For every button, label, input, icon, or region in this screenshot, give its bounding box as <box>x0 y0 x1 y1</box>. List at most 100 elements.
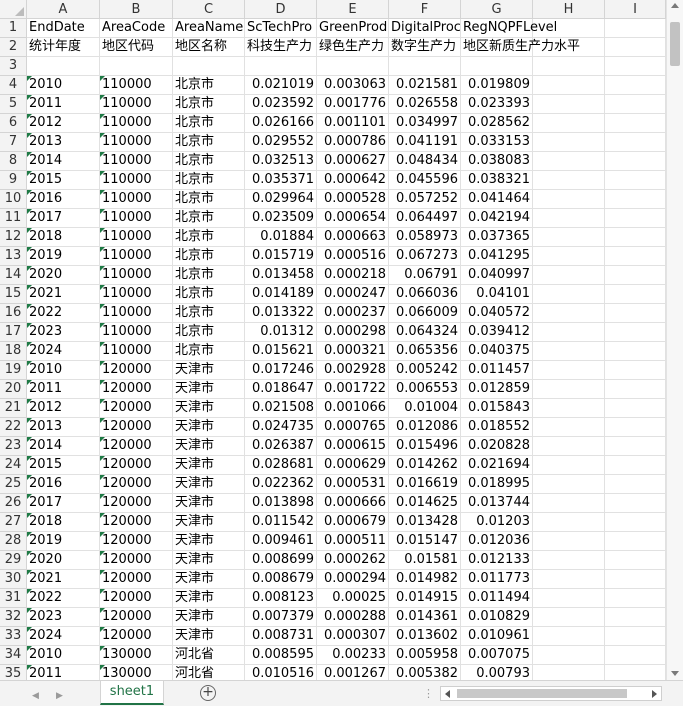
row-header[interactable]: 4 <box>0 76 27 95</box>
cell[interactable]: 110000 <box>100 152 173 171</box>
cell[interactable]: 2010 <box>27 646 100 665</box>
row-header[interactable]: 2 <box>0 38 27 57</box>
cell[interactable] <box>461 57 533 76</box>
cell[interactable]: 0.015147 <box>389 532 461 551</box>
cell[interactable]: 0.058973 <box>389 228 461 247</box>
cell[interactable] <box>605 19 666 38</box>
cell[interactable]: 0.057252 <box>389 190 461 209</box>
cell[interactable] <box>605 323 666 342</box>
cell[interactable]: 0.01581 <box>389 551 461 570</box>
cell[interactable]: 0.067273 <box>389 247 461 266</box>
cell[interactable]: 130000 <box>100 646 173 665</box>
cell[interactable]: 110000 <box>100 285 173 304</box>
cell[interactable]: 130000 <box>100 665 173 680</box>
cell[interactable]: 北京市 <box>173 228 245 247</box>
cell[interactable]: 110000 <box>100 95 173 114</box>
cell[interactable] <box>533 513 605 532</box>
cell[interactable]: DigitalProc <box>389 19 461 38</box>
cell[interactable]: 0.028562 <box>461 114 533 133</box>
scroll-up-icon[interactable] <box>671 3 679 8</box>
cell[interactable]: 2011 <box>27 95 100 114</box>
cell[interactable]: 120000 <box>100 570 173 589</box>
cell[interactable]: 120000 <box>100 361 173 380</box>
cell[interactable]: 北京市 <box>173 209 245 228</box>
cell[interactable]: 0.001722 <box>317 380 389 399</box>
cell[interactable]: 2019 <box>27 247 100 266</box>
cell[interactable]: 北京市 <box>173 304 245 323</box>
cell[interactable]: 0.000307 <box>317 627 389 646</box>
cell[interactable]: 0.033153 <box>461 133 533 152</box>
cell[interactable]: 0.001267 <box>317 665 389 680</box>
row-header[interactable]: 9 <box>0 171 27 190</box>
cell[interactable]: 0.023509 <box>245 209 317 228</box>
cell[interactable]: 天津市 <box>173 418 245 437</box>
cell[interactable]: 0.014915 <box>389 589 461 608</box>
cell[interactable]: 110000 <box>100 114 173 133</box>
cell[interactable]: 0.006553 <box>389 380 461 399</box>
cell[interactable]: 0.038083 <box>461 152 533 171</box>
cell[interactable]: 0.015496 <box>389 437 461 456</box>
cell[interactable]: 2016 <box>27 190 100 209</box>
cell[interactable]: 2014 <box>27 437 100 456</box>
cell[interactable] <box>533 494 605 513</box>
row-header[interactable]: 5 <box>0 95 27 114</box>
row-header[interactable]: 19 <box>0 361 27 380</box>
cell[interactable]: 0.013428 <box>389 513 461 532</box>
previous-sheet-icon[interactable]: ◀ <box>32 691 39 701</box>
vertical-scrollbar[interactable] <box>666 0 683 680</box>
row-header[interactable]: 18 <box>0 342 27 361</box>
cell[interactable]: 0.06791 <box>389 266 461 285</box>
cell[interactable] <box>605 551 666 570</box>
cell[interactable]: 0.002928 <box>317 361 389 380</box>
cell[interactable]: 0.000642 <box>317 171 389 190</box>
cell[interactable] <box>533 133 605 152</box>
cell[interactable]: 北京市 <box>173 133 245 152</box>
cell[interactable] <box>533 570 605 589</box>
cell[interactable]: 0.01884 <box>245 228 317 247</box>
cell[interactable]: 110000 <box>100 304 173 323</box>
row-header[interactable]: 3 <box>0 57 27 76</box>
cell[interactable] <box>533 285 605 304</box>
cell[interactable]: 2011 <box>27 380 100 399</box>
cell[interactable]: 2021 <box>27 285 100 304</box>
cell[interactable]: 0.029552 <box>245 133 317 152</box>
cell[interactable]: 0.000298 <box>317 323 389 342</box>
cell[interactable]: 0.005958 <box>389 646 461 665</box>
cell[interactable] <box>605 247 666 266</box>
cell[interactable]: 天津市 <box>173 475 245 494</box>
cell[interactable]: 0.065356 <box>389 342 461 361</box>
cell[interactable]: 2017 <box>27 494 100 513</box>
cell[interactable]: 110000 <box>100 209 173 228</box>
cell[interactable]: 0.000262 <box>317 551 389 570</box>
cell[interactable] <box>317 57 389 76</box>
horizontal-scroll-thumb[interactable] <box>457 689 627 698</box>
cell[interactable]: 2019 <box>27 532 100 551</box>
cell[interactable]: 0.024735 <box>245 418 317 437</box>
scroll-down-icon[interactable] <box>671 671 679 676</box>
cell[interactable]: 0.018995 <box>461 475 533 494</box>
cell[interactable]: 0.040997 <box>461 266 533 285</box>
cell[interactable] <box>605 494 666 513</box>
cell[interactable] <box>533 589 605 608</box>
cell[interactable]: 0.010961 <box>461 627 533 646</box>
cell[interactable]: 天津市 <box>173 532 245 551</box>
row-header[interactable]: 8 <box>0 152 27 171</box>
cell[interactable] <box>605 304 666 323</box>
cell[interactable]: ScTechPro <box>245 19 317 38</box>
cell[interactable]: 0.020828 <box>461 437 533 456</box>
cell[interactable]: 0.014262 <box>389 456 461 475</box>
cell[interactable]: EndDate <box>27 19 100 38</box>
row-header[interactable]: 25 <box>0 475 27 494</box>
cell[interactable]: 0.012086 <box>389 418 461 437</box>
cell[interactable]: 0.015621 <box>245 342 317 361</box>
cell[interactable]: 0.013744 <box>461 494 533 513</box>
column-header-i[interactable]: I <box>605 0 666 19</box>
cell[interactable]: 0.000629 <box>317 456 389 475</box>
cell[interactable]: 0.000666 <box>317 494 389 513</box>
cell[interactable] <box>533 95 605 114</box>
cell[interactable] <box>605 171 666 190</box>
cell[interactable]: 2015 <box>27 456 100 475</box>
cell[interactable] <box>533 247 605 266</box>
row-header[interactable]: 7 <box>0 133 27 152</box>
cell[interactable]: 科技生产力 <box>245 38 317 57</box>
